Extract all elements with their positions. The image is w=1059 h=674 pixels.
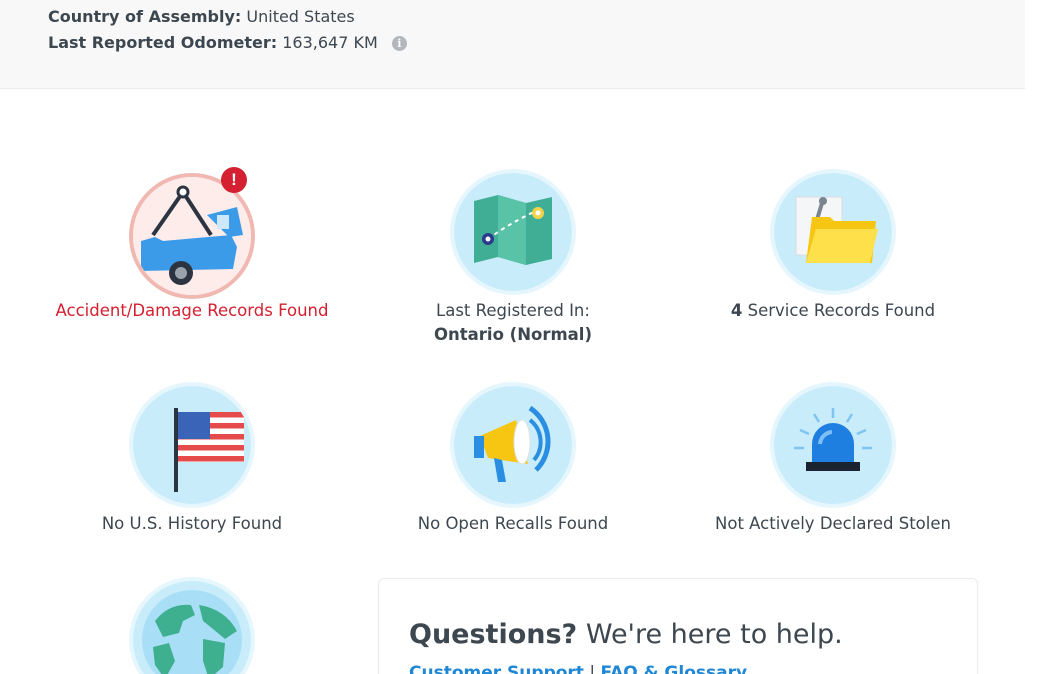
odometer-line: Last Reported Odometer: 163,647 KM i xyxy=(48,33,407,52)
registered-caption-line1: Last Registered In: xyxy=(436,301,590,320)
service-caption: 4 Service Records Found xyxy=(673,299,993,323)
us-history-caption: No U.S. History Found xyxy=(101,514,283,533)
globe-icon xyxy=(133,581,251,674)
odometer-label: Last Reported Odometer: xyxy=(48,33,278,52)
assembly-value: United States xyxy=(246,7,355,26)
vehicle-info-panel: Country of Assembly: United States Last … xyxy=(0,0,1025,89)
customer-support-link[interactable]: Customer Support xyxy=(409,663,584,674)
stolen-caption: Not Actively Declared Stolen xyxy=(715,514,951,533)
accident-caption: Accident/Damage Records Found xyxy=(55,301,329,320)
assembly-label: Country of Assembly: xyxy=(48,7,242,26)
us-flag-icon xyxy=(133,386,251,504)
link-separator: | xyxy=(589,663,596,674)
map-icon xyxy=(454,173,572,291)
tow-truck-icon xyxy=(133,177,251,295)
recalls-caption: No Open Recalls Found xyxy=(417,514,609,533)
help-title-rest: We're here to help. xyxy=(585,619,843,650)
help-title: Questions? We're here to help. xyxy=(409,619,843,650)
service-folder-icon xyxy=(774,173,892,291)
help-card: Questions? We're here to help. Customer … xyxy=(378,578,978,674)
service-caption-text: Service Records Found xyxy=(747,301,936,320)
info-icon[interactable]: i xyxy=(391,36,407,51)
faq-glossary-link[interactable]: FAQ & Glossary xyxy=(600,663,747,674)
registered-caption-line2: Ontario (Normal) xyxy=(433,325,592,344)
assembly-line: Country of Assembly: United States xyxy=(48,7,355,26)
megaphone-icon xyxy=(454,386,572,504)
alert-icon: ! xyxy=(221,167,247,193)
help-title-strong: Questions? xyxy=(409,619,578,650)
odometer-value: 163,647 KM xyxy=(282,33,378,52)
siren-icon xyxy=(774,386,892,504)
service-count: 4 xyxy=(730,301,743,320)
help-links: Customer Support | FAQ & Glossary xyxy=(409,663,747,674)
